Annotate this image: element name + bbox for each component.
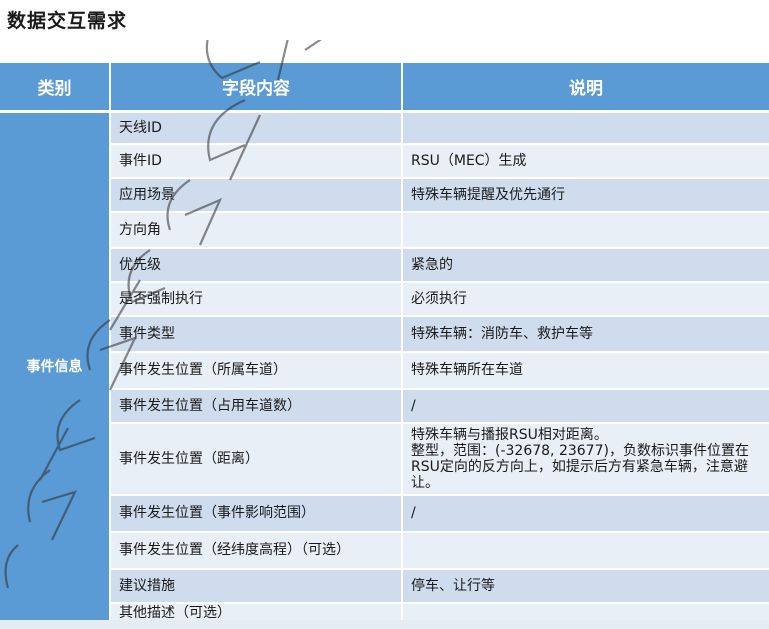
description-cell	[402, 211, 769, 249]
description-cell	[402, 531, 769, 570]
table-row: 事件发生位置（所属车道） 特殊车辆所在车道	[0, 351, 769, 390]
field-cell: 优先级	[110, 247, 403, 283]
table-row: 事件发生位置（经纬度高程）（可选）	[0, 531, 769, 570]
requirements-table: 类别 字段内容 说明 事件信息 天线ID 事件ID RSU（MEC）生成 应用场景 特殊车…	[0, 63, 769, 624]
table-row: 事件发生位置（事件影响范围） /	[0, 494, 769, 533]
description-cell: 特殊车辆所在车道	[402, 351, 769, 390]
description-cell: 特殊车辆提醒及优先通行	[402, 177, 769, 213]
description-cell: /	[402, 388, 769, 424]
table-row: 事件类型 特殊车辆：消防车、救护车等	[0, 315, 769, 353]
header-description: 说明	[402, 63, 769, 113]
description-cell: 必须执行	[402, 281, 769, 317]
table-row: 应用场景 特殊车辆提醒及优先通行	[0, 177, 769, 213]
table-row: 事件发生位置（距离） 特殊车辆与播报RSU相对距离。 整型，范围：(-32678,…	[0, 422, 769, 496]
page-title: 数据交互需求	[7, 10, 128, 32]
description-cell: 紧急的	[402, 247, 769, 283]
description-cell: 特殊车辆：消防车、救护车等	[402, 315, 769, 353]
field-cell: 事件发生位置（距离）	[110, 422, 403, 496]
table-row: 优先级 紧急的	[0, 247, 769, 283]
table-row: 建议措施 停车、让行等	[0, 568, 769, 604]
table-row: 是否强制执行 必须执行	[0, 281, 769, 317]
field-cell: 事件发生位置（事件影响范围）	[110, 494, 403, 533]
field-cell: 方向角	[110, 211, 403, 249]
field-cell: 事件ID	[110, 143, 403, 179]
table-row: 事件信息 天线ID	[0, 111, 769, 624]
table-header-row: 类别 字段内容 说明	[0, 63, 769, 113]
description-cell: /	[402, 494, 769, 533]
category-cell: 事件信息	[0, 111, 111, 624]
bottom-edge	[0, 620, 769, 629]
field-cell: 建议措施	[110, 568, 403, 604]
field-cell: 事件类型	[110, 315, 403, 353]
table-row: 方向角	[0, 211, 769, 249]
field-cell: 天线ID	[110, 111, 403, 145]
table-row: 事件ID RSU（MEC）生成	[0, 143, 769, 179]
field-cell: 事件发生位置（经纬度高程）（可选）	[110, 531, 403, 570]
header-field: 字段内容	[110, 63, 403, 113]
header-category: 类别	[0, 63, 111, 113]
field-cell: 应用场景	[110, 177, 403, 213]
field-cell: 事件发生位置（占用车道数）	[110, 388, 403, 424]
description-cell: 特殊车辆与播报RSU相对距离。 整型，范围：(-32678, 23677)，负数…	[402, 422, 769, 496]
field-cell: 事件发生位置（所属车道）	[110, 351, 403, 390]
description-cell: 停车、让行等	[402, 568, 769, 604]
description-cell	[402, 111, 769, 145]
description-cell: RSU（MEC）生成	[402, 143, 769, 179]
table-row: 事件发生位置（占用车道数） /	[0, 388, 769, 424]
field-cell: 是否强制执行	[110, 281, 403, 317]
